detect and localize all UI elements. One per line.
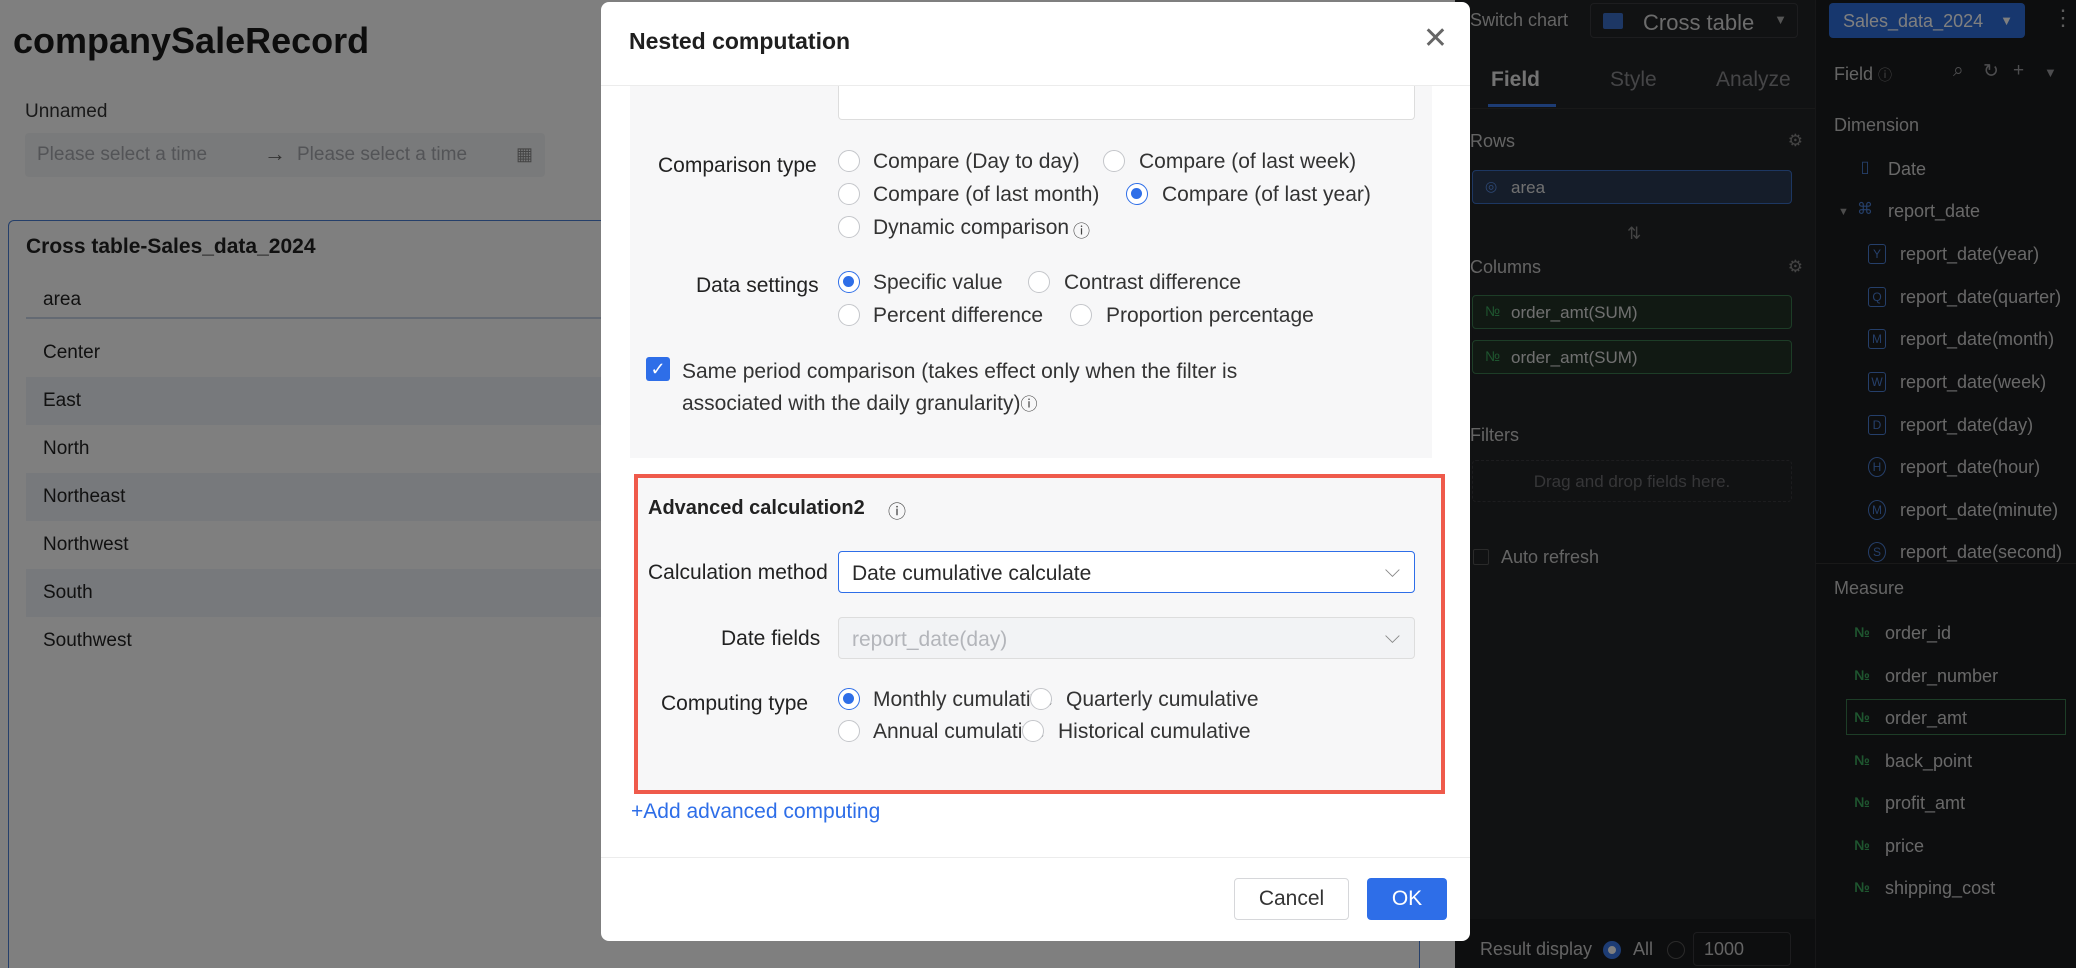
date-fields-label: Date fields bbox=[721, 627, 821, 650]
option-last-month[interactable]: Compare (of last month) bbox=[873, 183, 1099, 207]
option-historical-cumulative[interactable]: Historical cumulative bbox=[1058, 720, 1251, 744]
option-monthly-cumulative[interactable]: Monthly cumulative bbox=[873, 688, 1053, 712]
chevron-down-icon: ⌵ bbox=[1384, 626, 1400, 648]
radio-quarterly-cumulative[interactable] bbox=[1030, 688, 1052, 710]
radio-percent-difference[interactable] bbox=[838, 304, 860, 326]
same-period-text: Same period comparison (takes effect onl… bbox=[682, 360, 1238, 415]
add-advanced-computing-link[interactable]: +Add advanced computing bbox=[631, 800, 880, 824]
info-icon[interactable]: ⓘ bbox=[1073, 217, 1090, 242]
date-fields-select[interactable]: report_date(day) ⌵ bbox=[838, 617, 1415, 659]
info-icon[interactable]: ⓘ bbox=[888, 498, 906, 524]
info-icon[interactable]: ⓘ bbox=[1021, 395, 1038, 414]
same-period-label: Same period comparison (takes effect onl… bbox=[682, 356, 1242, 421]
option-last-year[interactable]: Compare (of last year) bbox=[1162, 183, 1371, 207]
comparison-type-label: Comparison type bbox=[658, 154, 817, 177]
ok-button[interactable]: OK bbox=[1367, 878, 1447, 920]
nested-computation-dialog: Nested computation ✕ Comparison type Com… bbox=[601, 2, 1470, 941]
radio-day-to-day[interactable] bbox=[838, 150, 860, 172]
cancel-button[interactable]: Cancel bbox=[1234, 878, 1349, 920]
radio-contrast-difference[interactable] bbox=[1028, 271, 1050, 293]
date-fields-value: report_date(day) bbox=[852, 628, 1008, 651]
option-percent-difference[interactable]: Percent difference bbox=[873, 304, 1043, 328]
option-annual-cumulative[interactable]: Annual cumulative bbox=[873, 720, 1045, 744]
radio-proportion-percentage[interactable] bbox=[1070, 304, 1092, 326]
divider bbox=[601, 857, 1470, 858]
data-settings-label: Data settings bbox=[696, 274, 819, 297]
chevron-down-icon: ⌵ bbox=[1384, 560, 1400, 582]
computing-type-label: Computing type bbox=[661, 692, 809, 715]
advanced-calculation-section: Advanced calculation2 ⓘ Calculation meth… bbox=[634, 474, 1445, 794]
same-period-checkbox[interactable]: ✓ bbox=[646, 357, 670, 381]
option-specific-value[interactable]: Specific value bbox=[873, 271, 1003, 295]
dialog-header: Nested computation ✕ bbox=[601, 2, 1470, 86]
radio-historical-cumulative[interactable] bbox=[1022, 720, 1044, 742]
option-day-to-day[interactable]: Compare (Day to day) bbox=[873, 150, 1080, 174]
option-proportion-percentage[interactable]: Proportion percentage bbox=[1106, 304, 1314, 328]
calculation-method-label: Calculation method bbox=[648, 561, 828, 584]
radio-last-month[interactable] bbox=[838, 183, 860, 205]
radio-specific-value[interactable] bbox=[838, 271, 860, 293]
previous-field-input[interactable] bbox=[838, 86, 1415, 120]
calculation-method-select[interactable]: Date cumulative calculate ⌵ bbox=[838, 551, 1415, 593]
close-icon[interactable]: ✕ bbox=[1423, 24, 1448, 54]
advanced-calculation-title: Advanced calculation2 bbox=[648, 497, 865, 519]
option-dynamic-comparison[interactable]: Dynamic comparison bbox=[873, 216, 1069, 240]
radio-dynamic-comparison[interactable] bbox=[838, 216, 860, 238]
calculation-method-value: Date cumulative calculate bbox=[852, 562, 1092, 585]
option-quarterly-cumulative[interactable]: Quarterly cumulative bbox=[1066, 688, 1259, 712]
radio-monthly-cumulative[interactable] bbox=[838, 688, 860, 710]
radio-last-year[interactable] bbox=[1126, 183, 1148, 205]
option-contrast-difference[interactable]: Contrast difference bbox=[1064, 271, 1241, 295]
radio-last-week[interactable] bbox=[1103, 150, 1125, 172]
option-last-week[interactable]: Compare (of last week) bbox=[1139, 150, 1356, 174]
radio-annual-cumulative[interactable] bbox=[838, 720, 860, 742]
dialog-title: Nested computation bbox=[629, 28, 851, 54]
